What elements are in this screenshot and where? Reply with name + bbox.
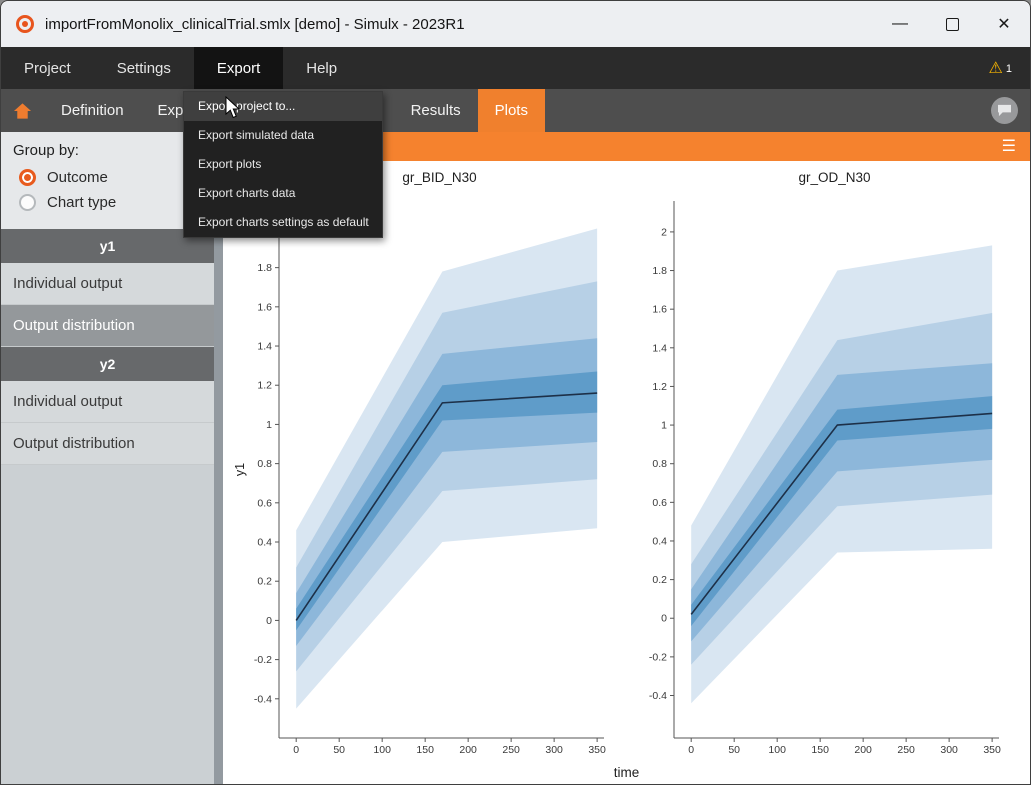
titlebar: importFromMonolix_clinicalTrial.smlx [de… (1, 1, 1030, 47)
svg-text:0.4: 0.4 (257, 537, 272, 549)
home-icon (13, 102, 32, 120)
radio-outcome[interactable]: Outcome (19, 169, 202, 186)
mouse-cursor (225, 96, 245, 120)
maximize-icon (946, 18, 959, 31)
warning-icon: ⚠ (989, 58, 1003, 78)
minimize-icon: — (892, 15, 908, 33)
svg-text:0: 0 (661, 613, 667, 625)
close-icon: ✕ (997, 14, 1010, 34)
svg-text:1.2: 1.2 (652, 381, 667, 393)
chart-svg-right: -0.4 -0.2 0 0.2 0.4 0.6 0.8 1 1.2 1.4 1.6 1.8 2 0 50 10… (626, 189, 1011, 764)
svg-text:1.8: 1.8 (652, 265, 667, 277)
chart-gr-bid-n30: gr_BID_N30 -0.4-0.200.20.40.60.811.21.41… (231, 167, 616, 764)
svg-text:150: 150 (811, 744, 829, 756)
svg-text:1.4: 1.4 (257, 341, 272, 353)
svg-text:300: 300 (545, 744, 563, 756)
plots-menu-button[interactable]: ☰ (1002, 136, 1016, 157)
sidebar-item-y1-individual-output[interactable]: Individual output (1, 263, 214, 305)
speech-bubble-icon (997, 104, 1012, 117)
group-by-label: Group by: (13, 142, 202, 159)
sidebar-item-y2-output-distribution[interactable]: Output distribution (1, 423, 214, 465)
svg-text:1.4: 1.4 (652, 342, 667, 354)
maximize-button[interactable] (926, 1, 978, 47)
radio-chart-type-label: Chart type (47, 194, 116, 211)
svg-text:350: 350 (588, 744, 606, 756)
svg-text:0.6: 0.6 (652, 497, 667, 509)
svg-text:100: 100 (768, 744, 786, 756)
svg-text:0: 0 (688, 744, 694, 756)
menubar-spacer (360, 47, 988, 89)
svg-text:0.8: 0.8 (257, 458, 272, 470)
svg-text:-0.4: -0.4 (254, 693, 272, 705)
svg-text:-0.2: -0.2 (649, 651, 667, 663)
menu-item-export-charts-settings[interactable]: Export charts settings as default (184, 208, 382, 237)
svg-text:-0.4: -0.4 (649, 690, 667, 702)
app-window: importFromMonolix_clinicalTrial.smlx [de… (0, 0, 1031, 785)
svg-text:0: 0 (293, 744, 299, 756)
tabbar: Definition Exploration Results Plots (1, 89, 1030, 132)
home-button[interactable] (7, 95, 38, 126)
menu-item-export-plots[interactable]: Export plots (184, 150, 382, 179)
svg-text:100: 100 (373, 744, 391, 756)
feedback-button[interactable] (991, 97, 1018, 124)
svg-text:250: 250 (897, 744, 915, 756)
svg-text:50: 50 (333, 744, 345, 756)
svg-text:1.6: 1.6 (257, 301, 272, 313)
svg-text:1: 1 (266, 419, 272, 431)
menu-item-export-simulated-data[interactable]: Export simulated data (184, 121, 382, 150)
menu-help[interactable]: Help (283, 47, 360, 89)
simulx-logo-icon (15, 14, 35, 34)
tab-plots[interactable]: Plots (478, 89, 545, 132)
chart-title-right: gr_OD_N30 (626, 167, 1011, 189)
svg-text:0.4: 0.4 (652, 535, 667, 547)
svg-text:0.6: 0.6 (257, 497, 272, 509)
close-button[interactable]: ✕ (978, 1, 1030, 47)
svg-text:2: 2 (661, 226, 667, 238)
svg-text:y1: y1 (233, 463, 247, 476)
svg-text:0.8: 0.8 (652, 458, 667, 470)
chart-svg-left: -0.4 -0.2 0 0.2 0.4 0.6 0.8 1 1.2 1.4 1.6 1.8 0 50 100… (231, 189, 616, 764)
radio-outcome-icon[interactable] (19, 169, 36, 186)
menu-project[interactable]: Project (1, 47, 94, 89)
radio-outcome-label: Outcome (47, 169, 108, 186)
sidebar-item-y1-output-distribution[interactable]: Output distribution (1, 305, 214, 347)
radio-chart-type[interactable]: Chart type (19, 194, 202, 211)
menubar: Project Settings Export Help ⚠ 1 (1, 47, 1030, 89)
svg-text:1.6: 1.6 (652, 304, 667, 316)
sidebar-section-y2: y2 (1, 347, 214, 381)
menu-item-export-project-to[interactable]: Export project to... (184, 92, 382, 121)
svg-text:350: 350 (983, 744, 1001, 756)
warning-indicator[interactable]: ⚠ 1 (989, 47, 1030, 89)
svg-text:50: 50 (728, 744, 740, 756)
radio-chart-type-icon[interactable] (19, 194, 36, 211)
export-dropdown-menu: Export project to... Export simulated da… (183, 91, 383, 238)
svg-text:0.2: 0.2 (257, 576, 272, 588)
menu-settings[interactable]: Settings (94, 47, 194, 89)
chart-gr-od-n30: gr_OD_N30 -0.4 -0.2 0 0.2 0.4 0.6 0.8 1 1.2 1.4 1.… (626, 167, 1011, 764)
svg-text:200: 200 (459, 744, 477, 756)
svg-text:1.8: 1.8 (257, 262, 272, 274)
minimize-button[interactable]: — (874, 1, 926, 47)
charts-row: gr_BID_N30 -0.4-0.200.20.40.60.811.21.41… (223, 161, 1030, 764)
svg-text:200: 200 (854, 744, 872, 756)
sidebar-item-y2-individual-output[interactable]: Individual output (1, 381, 214, 423)
menu-item-export-charts-data[interactable]: Export charts data (184, 179, 382, 208)
window-controls: — ✕ (874, 1, 1030, 47)
plots-area: gr_BID_N30 -0.4-0.200.20.40.60.811.21.41… (223, 161, 1030, 784)
tab-definition[interactable]: Definition (44, 89, 141, 132)
svg-text:300: 300 (940, 744, 958, 756)
svg-text:150: 150 (416, 744, 434, 756)
svg-text:1.2: 1.2 (257, 380, 272, 392)
svg-text:1: 1 (661, 420, 667, 432)
svg-text:250: 250 (502, 744, 520, 756)
x-axis-label: time (223, 765, 1030, 780)
menu-export[interactable]: Export (194, 47, 283, 89)
svg-text:0.2: 0.2 (652, 574, 667, 586)
svg-text:0: 0 (266, 615, 272, 627)
tab-results[interactable]: Results (394, 89, 478, 132)
window-title: importFromMonolix_clinicalTrial.smlx [de… (45, 16, 465, 33)
svg-text:-0.2: -0.2 (254, 654, 272, 666)
warning-count: 1 (1006, 63, 1012, 75)
